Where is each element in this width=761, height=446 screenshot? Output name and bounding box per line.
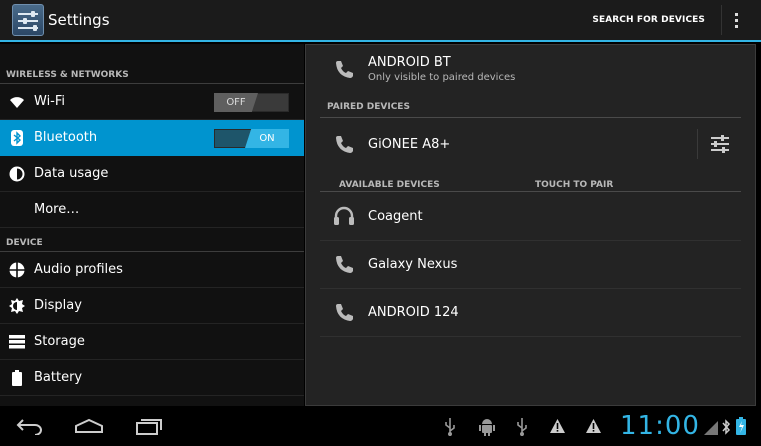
available-device-row[interactable]: Coagent [320,205,741,227]
battery-icon [0,369,34,386]
divider [320,288,741,289]
battery-status-icon [736,417,746,439]
toggle-state: ON [245,129,289,148]
android-debug-icon [479,418,495,440]
home-icon[interactable] [72,412,106,440]
available-device-name: Galaxy Nexus [368,256,458,272]
own-device-visibility: Only visible to paired devices [368,72,516,83]
bluetooth-panel: ANDROID BT Only visible to paired device… [305,44,756,406]
back-icon[interactable] [14,412,46,440]
section-header-device: DEVICE [0,228,304,252]
available-device-name: ANDROID 124 [368,304,459,320]
display-icon [0,297,34,314]
toggle-state: OFF [214,93,258,112]
sidebar-item-label: Audio profiles [34,262,123,277]
headset-icon [320,206,368,226]
divider [320,240,741,241]
own-device-name: ANDROID BT [368,55,451,70]
paired-device-row[interactable]: GiONEE A8+ [320,133,741,155]
sidebar-item-label: Bluetooth [34,130,98,145]
bluetooth-icon [0,129,34,146]
phone-icon [320,134,368,154]
phone-icon [320,254,368,274]
own-device-row[interactable]: ANDROID BT Only visible to paired device… [320,55,741,83]
settings-list: WIRELESS & NETWORKS Wi-Fi OFF Bluetooth … [0,44,304,406]
warning-icon [585,418,602,438]
phone-icon [320,302,368,322]
phone-icon [320,59,368,79]
divider [320,117,741,118]
sidebar-item-battery[interactable]: Battery [0,360,304,396]
sidebar-item-data-usage[interactable]: Data usage [0,156,304,192]
sidebar-item-label: Data usage [34,166,109,181]
usb-icon [444,418,456,440]
page-title: Settings [48,11,110,29]
section-header-wireless: WIRELESS & NETWORKS [0,44,304,84]
signal-icon [704,420,718,439]
system-bar: 11:00 [0,406,761,446]
available-device-row[interactable]: ANDROID 124 [320,301,741,323]
sidebar-item-label: Battery [34,370,83,385]
wifi-toggle[interactable]: OFF [214,93,289,112]
clock: 11:00 [620,411,700,441]
sidebar-item-more[interactable]: More… [0,192,304,228]
warning-icon [549,418,566,438]
sidebar-item-audio-profiles[interactable]: Audio profiles [0,252,304,288]
audio-profiles-icon [0,262,34,278]
action-bar: Settings SEARCH FOR DEVICES [0,0,761,42]
sidebar-item-label: More… [34,202,80,217]
sidebar-item-wifi[interactable]: Wi-Fi OFF [0,84,304,120]
available-device-row[interactable]: Galaxy Nexus [320,253,741,275]
sidebar-item-label: Display [34,298,82,313]
available-devices-header: AVAILABLE DEVICES [339,180,440,190]
sidebar-item-storage[interactable]: Storage [0,324,304,360]
available-device-name: Coagent [368,208,423,224]
divider [320,191,741,192]
settings-app-icon[interactable] [12,4,44,36]
device-settings-icon[interactable] [697,129,741,159]
paired-device-name: GiONEE A8+ [368,136,451,152]
sidebar-item-bluetooth[interactable]: Bluetooth ON [0,120,304,156]
bluetooth-status-icon [721,419,731,439]
overflow-menu-icon[interactable] [721,5,751,35]
usb-icon [516,418,528,440]
wifi-icon [0,95,34,109]
sidebar-item-label: Storage [34,334,85,349]
search-for-devices-button[interactable]: SEARCH FOR DEVICES [588,15,709,25]
data-usage-icon [0,166,34,182]
touch-to-pair-hint: TOUCH TO PAIR [535,180,614,190]
bluetooth-toggle[interactable]: ON [214,129,289,148]
recent-apps-icon[interactable] [133,412,165,440]
sidebar-item-label: Wi-Fi [34,94,66,109]
paired-devices-header: PAIRED DEVICES [327,102,410,112]
divider [320,336,741,337]
sidebar-item-display[interactable]: Display [0,288,304,324]
storage-icon [0,334,34,349]
